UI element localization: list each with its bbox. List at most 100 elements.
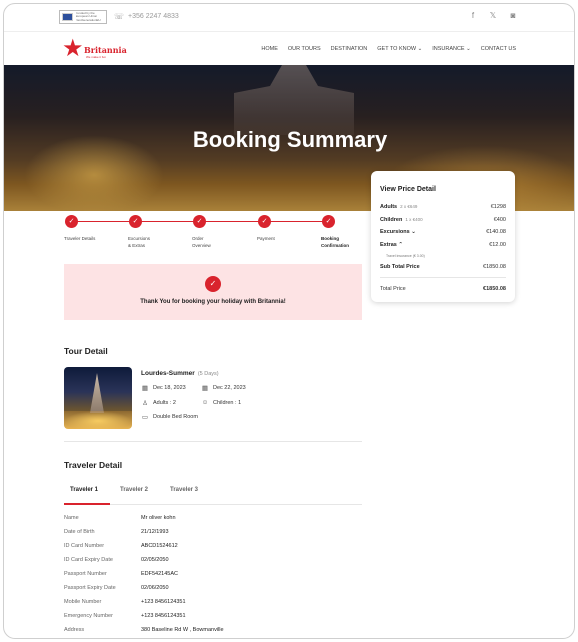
nav-get-to-know-label: GET TO KNOW bbox=[377, 46, 417, 52]
step-label: Payment bbox=[257, 236, 275, 241]
bed-icon: ▭ bbox=[141, 414, 149, 421]
check-icon: ✓ bbox=[258, 215, 271, 228]
check-circle-icon: ✓ bbox=[205, 276, 221, 292]
tab-traveler-1[interactable]: Traveler 1 bbox=[70, 487, 98, 493]
field-value: Mr oliver kohn bbox=[141, 515, 176, 521]
tab-traveler-3[interactable]: Traveler 3 bbox=[170, 487, 198, 493]
children-label: Children bbox=[380, 217, 403, 223]
check-icon: ✓ bbox=[129, 215, 142, 228]
price-row-total: Total Price €1850.08 bbox=[380, 286, 506, 292]
tour-children: ☺ Children : 1 bbox=[201, 399, 241, 406]
children-count: Children : 1 bbox=[213, 399, 242, 406]
calendar-icon: ▦ bbox=[141, 385, 149, 392]
step-label: Order Overview bbox=[192, 236, 211, 248]
tab-traveler-2[interactable]: Traveler 2 bbox=[120, 487, 148, 493]
brand-name: Britannia bbox=[84, 45, 127, 55]
check-icon: ✓ bbox=[322, 215, 335, 228]
eu-flag-icon bbox=[62, 13, 73, 21]
price-row-extras[interactable]: Extras ⌃ €12.00 bbox=[380, 242, 506, 248]
tour-adults: ♙ Adults : 2 bbox=[141, 399, 176, 407]
price-detail-card: View Price Detail Adults 2 x €649 €1298 C… bbox=[371, 171, 515, 302]
phone-number: +356 2247 4833 bbox=[128, 13, 179, 20]
star-icon: ★ bbox=[62, 35, 84, 62]
field-label: Date of Birth bbox=[64, 529, 95, 535]
facebook-icon[interactable]: f bbox=[468, 11, 478, 20]
step-order-overview: ✓ Order Overview bbox=[192, 215, 252, 250]
tour-image-glow bbox=[64, 411, 132, 429]
extras-label: Extras bbox=[380, 242, 397, 248]
nav-destination[interactable]: DESTINATION bbox=[331, 46, 368, 52]
tour-image-spire bbox=[90, 373, 104, 413]
eu-logo-text: Funded by the European Union NextGenerat… bbox=[75, 11, 101, 22]
traveler-tabs: Traveler 1 Traveler 2 Traveler 3 bbox=[64, 481, 362, 505]
x-icon[interactable]: 𝕏 bbox=[488, 11, 498, 20]
adults-detail: 2 x €649 bbox=[400, 204, 418, 209]
traveler-detail-heading: Traveler Detail bbox=[64, 460, 123, 470]
nav-home[interactable]: HOME bbox=[261, 46, 278, 52]
room-type: Double Bed Room bbox=[153, 414, 198, 420]
confirmation-banner: ✓ Thank You for booking your holiday wit… bbox=[64, 264, 362, 320]
field-value: EDF542145AC bbox=[141, 571, 178, 577]
price-row-excursions[interactable]: Excursions ⌄ €140.08 bbox=[380, 229, 506, 235]
active-tab-indicator bbox=[64, 503, 110, 505]
excursions-label: Excursions bbox=[380, 229, 410, 235]
child-icon: ☺ bbox=[201, 399, 209, 406]
field-label: Mobile Number bbox=[64, 599, 102, 605]
calendar-icon: ▦ bbox=[201, 385, 209, 392]
step-payment: ✓ Payment bbox=[257, 215, 317, 243]
field-value: 02/05/2050 bbox=[141, 557, 169, 563]
field-label: ID Card Expiry Date bbox=[64, 557, 113, 563]
field-value: 02/06/2050 bbox=[141, 585, 169, 591]
tour-image bbox=[64, 367, 132, 429]
tripadvisor-icon[interactable]: ◙ bbox=[508, 11, 518, 20]
price-card-title: View Price Detail bbox=[380, 186, 436, 193]
top-bar: Funded by the European Union NextGenerat… bbox=[4, 4, 574, 32]
brand-logo[interactable]: ★ Britannia We make it fun bbox=[62, 35, 127, 63]
booking-progress: ✓ Traveler Details ✓ Excursions & Extras… bbox=[64, 215, 364, 255]
price-row-subtotal: Sub Total Price €1850.08 bbox=[380, 264, 506, 270]
price-divider bbox=[380, 277, 506, 278]
nav-insurance-label: INSURANCE bbox=[432, 46, 465, 52]
nav-contact-us[interactable]: CONTACT US bbox=[481, 46, 516, 52]
person-icon: ♙ bbox=[142, 400, 148, 407]
phone-contact[interactable]: ☏ +356 2247 4833 bbox=[114, 12, 179, 21]
field-value: 21/12/1993 bbox=[141, 529, 169, 535]
page-frame: Funded by the European Union NextGenerat… bbox=[3, 3, 575, 639]
subtotal-label: Sub Total Price bbox=[380, 264, 420, 270]
brand-tagline: We make it fun bbox=[86, 55, 106, 59]
extras-value: €12.00 bbox=[489, 242, 506, 248]
total-label: Total Price bbox=[380, 286, 406, 292]
field-value: ABCD1524612 bbox=[141, 543, 178, 549]
field-label: Emergency Number bbox=[64, 613, 113, 619]
tour-name: Lourdes-Summer (5 Days) bbox=[141, 370, 219, 377]
nav-our-tours[interactable]: OUR TOURS bbox=[288, 46, 321, 52]
end-date-text: Dec 22, 2023 bbox=[213, 385, 246, 391]
check-icon: ✓ bbox=[193, 215, 206, 228]
field-value: 380 Baseline Rd W , Bowmanville bbox=[141, 627, 224, 633]
chevron-up-icon: ⌃ bbox=[398, 242, 403, 248]
step-label: Excursions & Extras bbox=[128, 236, 151, 248]
nav-insurance[interactable]: INSURANCE ⌄ bbox=[432, 46, 471, 52]
field-label: Passport Expiry Date bbox=[64, 585, 116, 591]
tour-start-date: ▦ Dec 18, 2023 bbox=[141, 384, 186, 392]
field-label: Address bbox=[64, 627, 85, 633]
nav-get-to-know[interactable]: GET TO KNOW ⌄ bbox=[377, 46, 422, 52]
main-nav: HOME OUR TOURS DESTINATION GET TO KNOW ⌄… bbox=[261, 46, 516, 52]
children-detail: 1 x €400 bbox=[405, 217, 423, 222]
price-row-adults: Adults 2 x €649 €1298 bbox=[380, 204, 506, 210]
total-value: €1850.08 bbox=[483, 286, 506, 292]
field-value: +123 8456124351 bbox=[141, 599, 186, 605]
section-divider bbox=[64, 441, 362, 442]
tour-duration: (5 Days) bbox=[197, 371, 219, 377]
extras-sub-item: Travel insurance (€ 3.00) bbox=[386, 254, 425, 258]
chevron-down-icon: ⌄ bbox=[466, 46, 471, 52]
page-title: Booking Summary bbox=[192, 127, 388, 152]
field-label: Passport Number bbox=[64, 571, 107, 577]
chevron-down-icon: ⌄ bbox=[417, 46, 423, 52]
field-label: ID Card Number bbox=[64, 543, 105, 549]
adults-label: Adults bbox=[380, 204, 398, 210]
tour-title: Lourdes-Summer bbox=[141, 370, 195, 377]
chevron-down-icon: ⌄ bbox=[411, 229, 416, 235]
field-value: +123 8456124351 bbox=[141, 613, 186, 619]
confirmation-message: Thank You for booking your holiday with … bbox=[140, 299, 286, 305]
